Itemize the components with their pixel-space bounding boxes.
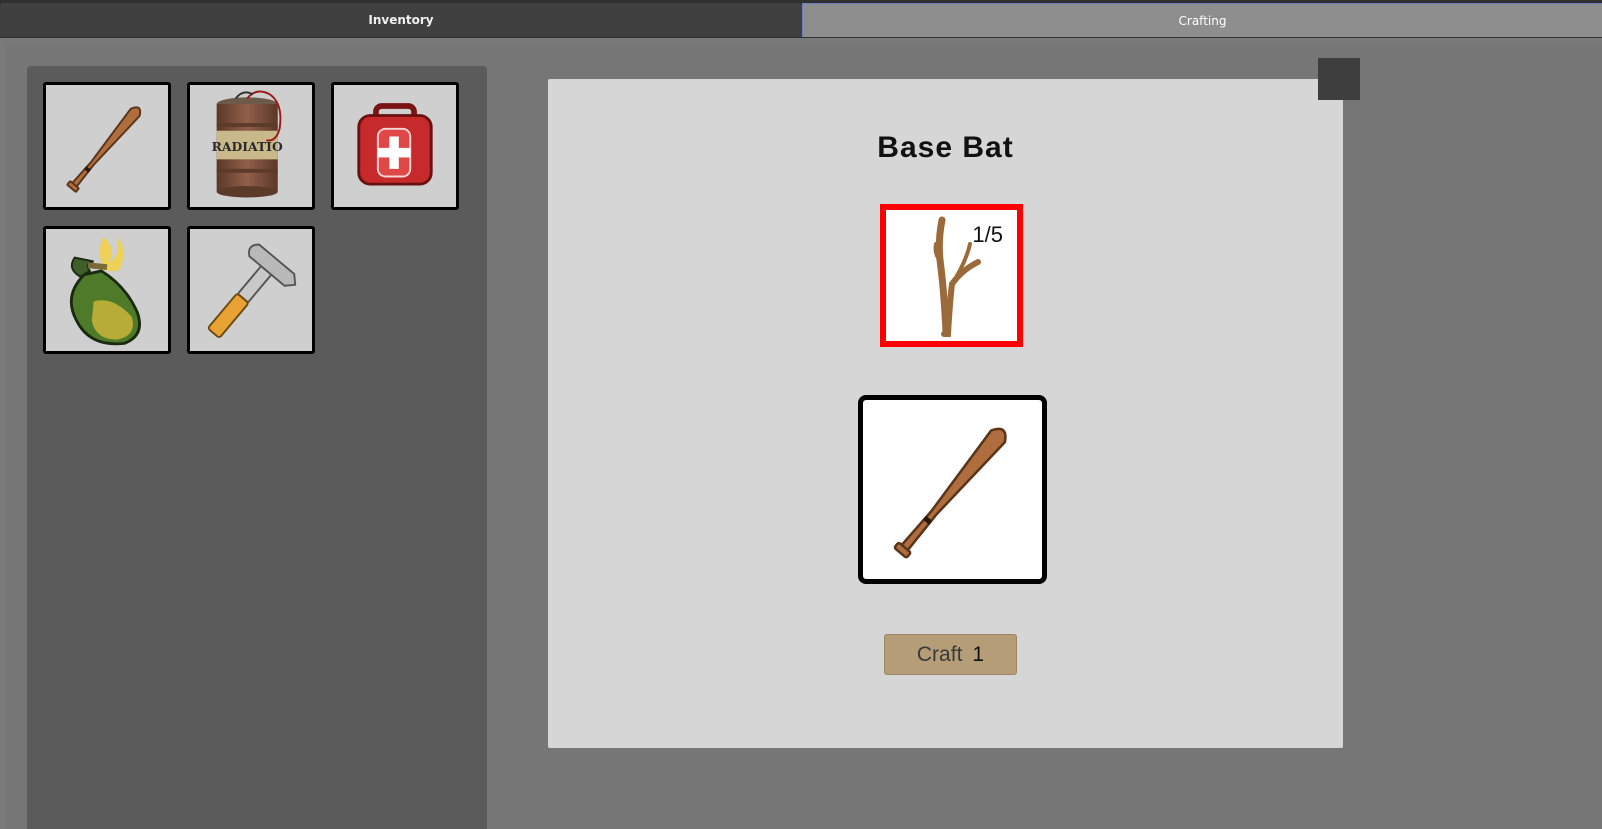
tab-inventory[interactable]: Inventory — [0, 3, 802, 37]
craft-button[interactable]: Craft 1 — [884, 634, 1017, 675]
baseball-bat-icon — [893, 427, 1007, 559]
inventory-slot-molotov[interactable] — [43, 226, 171, 354]
inventory-slot-first-aid-kit[interactable] — [331, 82, 459, 210]
recipe-panel: Base Bat 1/5 Craft 1 — [548, 79, 1343, 748]
inventory-slot-hammer[interactable] — [187, 226, 315, 354]
inventory-slot-radiation-barrel[interactable]: RADIATIO — [187, 82, 315, 210]
tab-bar: Inventory Crafting — [0, 0, 1602, 38]
molotov-bottle-icon — [69, 236, 141, 346]
craft-label: Craft — [916, 642, 963, 666]
result-slot[interactable] — [858, 395, 1047, 584]
first-aid-kit-icon — [357, 103, 433, 186]
radiation-barrel-icon: RADIATIO — [212, 90, 283, 198]
tab-crafting[interactable]: Crafting — [802, 3, 1602, 37]
svg-text:RADIATIO: RADIATIO — [212, 139, 283, 154]
inventory-panel: RADIATIO — [27, 66, 487, 829]
ingredient-slot[interactable]: 1/5 — [880, 204, 1023, 347]
hammer-icon — [207, 243, 297, 338]
baseball-bat-icon — [66, 106, 142, 193]
close-button[interactable] — [1318, 58, 1360, 100]
inventory-slot-bat[interactable] — [43, 82, 171, 210]
crafting-screen: RADIATIO Base Bat 1/5 Craft 1 — [5, 43, 1602, 829]
recipe-title: Base Bat — [877, 131, 1014, 164]
ingredient-count: 1/5 — [972, 222, 1003, 247]
craft-quantity: 1 — [972, 642, 985, 666]
